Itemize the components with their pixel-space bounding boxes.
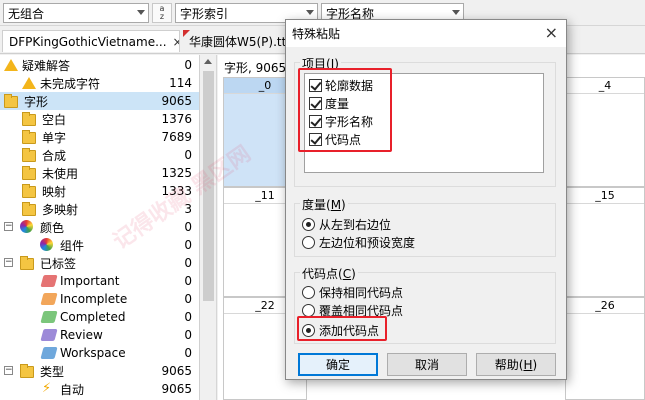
- metric-left-and-default-width[interactable]: 左边位和预设宽度: [302, 234, 415, 251]
- metric-left-to-right[interactable]: 从左到右边位: [302, 216, 391, 233]
- tag-icon: [40, 311, 58, 323]
- modified-marker-icon: [183, 30, 190, 37]
- dialog-title-bar: 特殊粘贴 ×: [286, 20, 566, 47]
- tab-label: DFPKingGothicVietname...: [9, 34, 167, 49]
- collapse-toggle-icon[interactable]: −: [4, 222, 13, 231]
- tree-item-mapped[interactable]: 映射 1333: [0, 182, 199, 200]
- tab-label: 华康圆体W5(P).ttf: [189, 34, 285, 49]
- tree-item-component[interactable]: 组件 0: [0, 236, 199, 254]
- metrics-group-label: 度量(M): [300, 196, 348, 213]
- tree-scrollbar[interactable]: [200, 55, 217, 400]
- scroll-up-icon[interactable]: [204, 59, 212, 64]
- az-sort-icon[interactable]: az: [152, 3, 172, 23]
- folder-icon: [22, 202, 36, 216]
- radio-empty-icon[interactable]: [302, 286, 315, 299]
- highlight-box: [297, 316, 387, 341]
- folder-icon: [22, 148, 36, 162]
- tree-item-troubleshooting[interactable]: 疑难解答 0: [0, 56, 199, 74]
- tab-dfpkinggothic[interactable]: DFPKingGothicVietname... ×: [2, 30, 180, 52]
- radio-empty-icon[interactable]: [302, 236, 315, 249]
- tree-item-incomplete-chars[interactable]: 未完成字符 114: [0, 74, 199, 92]
- folder-icon: [4, 94, 18, 108]
- group-combo-value: 无组合: [8, 6, 45, 21]
- glyph-cell[interactable]: _4: [565, 77, 645, 187]
- paste-special-dialog: 特殊粘贴 × 项目(I) 轮廓数据 度量 字形名称 代码点 度量(M) 从左到右…: [285, 19, 567, 380]
- ok-button[interactable]: 确定: [298, 353, 378, 376]
- close-icon[interactable]: ×: [545, 24, 558, 42]
- folder-icon: [20, 256, 34, 270]
- tree-item-workspace[interactable]: Workspace 0: [0, 344, 199, 362]
- highlight-box: [298, 68, 392, 152]
- bolt-icon: ⚡: [42, 381, 52, 396]
- folder-icon: [22, 184, 36, 198]
- glyph-cell[interactable]: _15: [565, 187, 645, 297]
- tree-item-single[interactable]: 单字 7689: [0, 128, 199, 146]
- tree-item-incomplete[interactable]: Incomplete 0: [0, 290, 199, 308]
- color-wheel-icon: [40, 238, 53, 251]
- chevron-down-icon: [137, 10, 145, 15]
- folder-icon: [20, 364, 34, 378]
- group-combo[interactable]: 无组合: [3, 3, 149, 23]
- folder-icon: [22, 166, 36, 180]
- tree-item-review[interactable]: Review 0: [0, 326, 199, 344]
- tree-item-blank[interactable]: 空白 1376: [0, 110, 199, 128]
- tree-item-color[interactable]: − 颜色 0: [0, 218, 199, 236]
- cancel-button[interactable]: 取消: [387, 353, 467, 376]
- tag-icon: [40, 347, 58, 359]
- tree-item-type[interactable]: − 类型 9065: [0, 362, 199, 380]
- tab-huakang[interactable]: 华康圆体W5(P).ttf: [183, 30, 285, 52]
- warning-icon: [22, 77, 36, 89]
- tree-item-auto[interactable]: ⚡ 自动 9065: [0, 380, 199, 398]
- close-icon[interactable]: ×: [173, 35, 179, 49]
- dialog-title: 特殊粘贴: [292, 27, 341, 41]
- category-tree: 疑难解答 0 未完成字符 114 字形 9065 空白 1376 单字 7689…: [0, 55, 200, 400]
- tag-icon: [40, 329, 58, 341]
- tree-item-glyphs[interactable]: 字形 9065: [0, 92, 199, 110]
- color-wheel-icon: [20, 220, 33, 233]
- chevron-down-icon: [452, 10, 460, 15]
- collapse-toggle-icon[interactable]: −: [4, 258, 13, 267]
- tree-item-completed[interactable]: Completed 0: [0, 308, 199, 326]
- collapse-toggle-icon[interactable]: −: [4, 366, 13, 375]
- help-button[interactable]: 帮助(H): [476, 353, 556, 376]
- tag-icon: [40, 293, 58, 305]
- tree-item-multi-mapped[interactable]: 多映射 3: [0, 200, 199, 218]
- scrollbar-thumb[interactable]: [203, 71, 214, 301]
- tree-item-unused[interactable]: 未使用 1325: [0, 164, 199, 182]
- tree-item-tagged[interactable]: − 已标签 0: [0, 254, 199, 272]
- folder-icon: [22, 130, 36, 144]
- warning-icon: [4, 59, 18, 71]
- codepoint-keep-same[interactable]: 保持相同代码点: [302, 284, 403, 301]
- tag-icon: [40, 275, 58, 287]
- glyph-cell[interactable]: _26: [565, 297, 645, 400]
- codepoint-group-label: 代码点(C): [300, 265, 358, 282]
- folder-icon: [22, 112, 36, 126]
- tree-item-composite[interactable]: 合成 0: [0, 146, 199, 164]
- chevron-down-icon: [306, 10, 314, 15]
- radio-selected-icon[interactable]: [302, 218, 315, 231]
- index-combo-value: 字形索引: [180, 6, 229, 21]
- tree-item-important[interactable]: Important 0: [0, 272, 199, 290]
